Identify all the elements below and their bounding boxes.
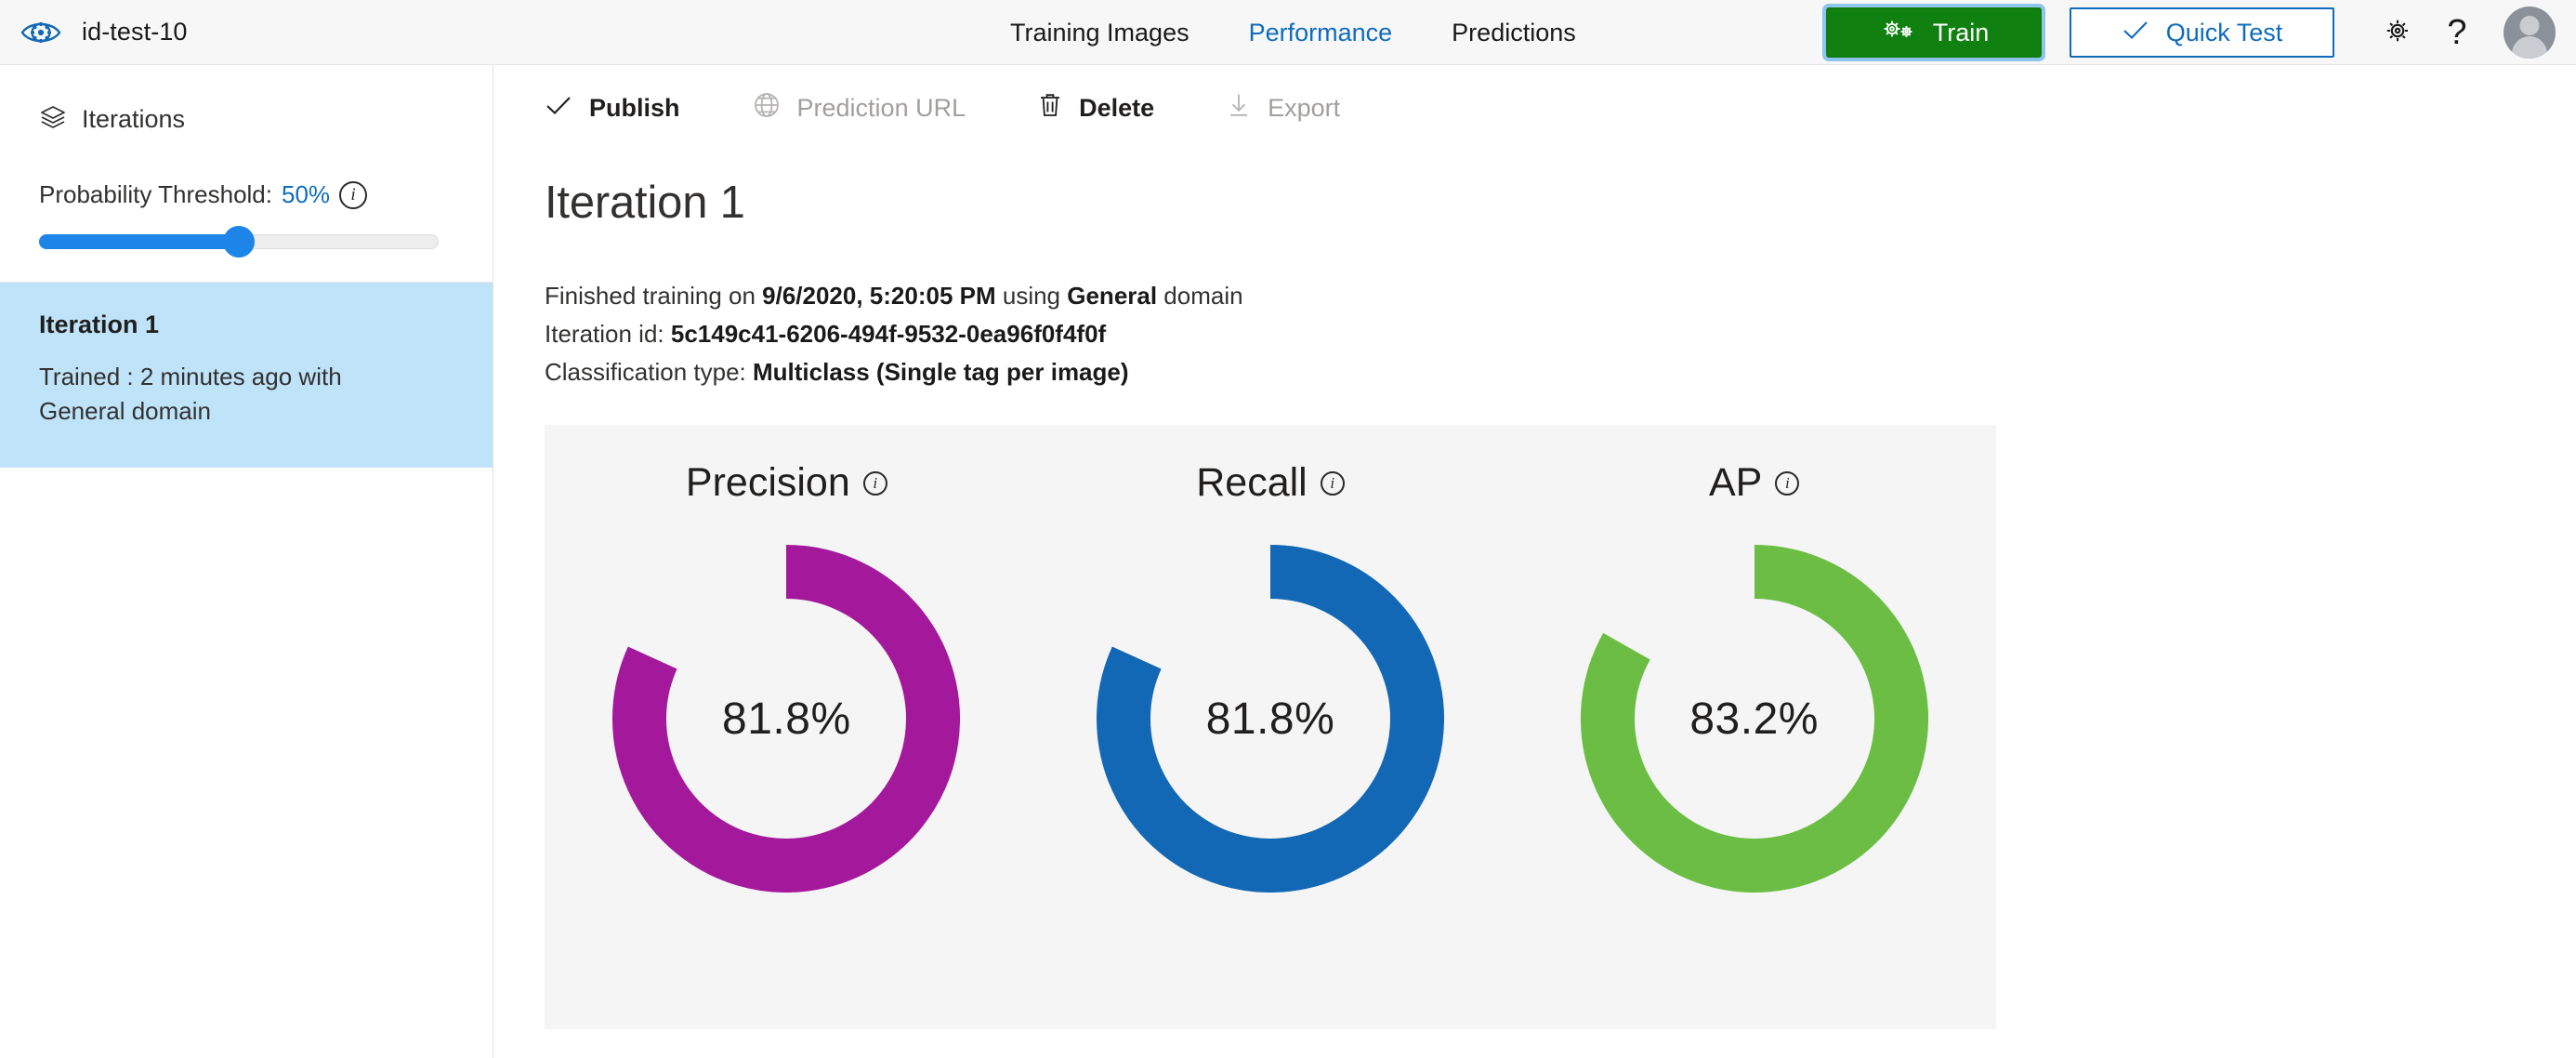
slider-fill: [39, 234, 239, 249]
metadata-finished-date: 9/6/2020, 5:20:05 PM: [762, 282, 996, 310]
sidebar-header: Iterations: [0, 65, 493, 139]
delete-button-label: Delete: [1079, 93, 1155, 122]
project-name: id-test-10: [82, 18, 188, 46]
publish-button-label: Publish: [589, 93, 680, 122]
recall-donut-chart: 81.8%: [1097, 545, 1444, 893]
metric-precision-label: Precision: [685, 460, 850, 506]
settings-button[interactable]: [2368, 3, 2427, 62]
ap-donut-chart: 83.2%: [1580, 545, 1928, 893]
tab-predictions[interactable]: Predictions: [1422, 0, 1606, 65]
train-button-label: Train: [1932, 18, 1990, 46]
globe-icon: [753, 91, 781, 126]
metric-recall: Recall i 81.8%: [1029, 460, 1513, 893]
quick-test-button[interactable]: Quick Test: [2070, 7, 2334, 58]
page-title: Iteration 1: [545, 178, 745, 228]
iteration-list-item-subtitle: Trained : 2 minutes ago with General dom…: [39, 363, 342, 425]
info-icon[interactable]: i: [1775, 470, 1800, 496]
metadata-finished-prefix: Finished training on: [545, 282, 763, 310]
checkmark-icon: [545, 94, 572, 123]
recall-value: 81.8%: [1205, 694, 1335, 744]
metric-precision-title: Precision i: [686, 460, 887, 506]
info-icon[interactable]: i: [339, 180, 368, 209]
train-button[interactable]: Train: [1826, 7, 2042, 58]
precision-donut-chart: 81.8%: [612, 545, 961, 893]
top-bar-actions: Train Quick Test ?: [1826, 0, 2576, 65]
metric-ap-label: AP: [1708, 460, 1763, 506]
export-button: Export: [1227, 91, 1340, 126]
download-icon: [1227, 91, 1251, 126]
metric-recall-label: Recall: [1196, 460, 1308, 506]
sidebar: Iterations Probability Threshold: 50% i …: [0, 65, 493, 1058]
gears-icon: [1879, 17, 1916, 49]
quick-test-button-label: Quick Test: [2165, 18, 2283, 46]
metadata-using-text: using: [995, 282, 1068, 310]
main-nav: Training Images Performance Predictions: [980, 0, 1606, 65]
tab-performance[interactable]: Performance: [1219, 0, 1423, 65]
probability-threshold-label-text: Probability Threshold:: [39, 180, 272, 208]
iteration-metadata: Finished training on 9/6/2020, 5:20:05 P…: [493, 229, 2576, 391]
metadata-classification-value: Multiclass (Single tag per image): [752, 358, 1129, 387]
body: Iterations Probability Threshold: 50% i …: [0, 65, 2576, 1058]
publish-button[interactable]: Publish: [545, 94, 680, 123]
metrics-panel: Precision i 81.8% Recall i 81.8% AP i 83…: [545, 425, 1996, 1030]
tab-training-images[interactable]: Training Images: [980, 0, 1219, 65]
metadata-line-finished-training: Finished training on 9/6/2020, 5:20:05 P…: [545, 277, 2576, 315]
probability-threshold-block: Probability Threshold: 50% i: [0, 139, 493, 283]
avatar[interactable]: [2504, 7, 2556, 59]
trash-icon: [1038, 91, 1062, 126]
metadata-line-iteration-id: Iteration id: 5c149c41-6206-494f-9532-0e…: [545, 315, 2576, 353]
prediction-url-button: Prediction URL: [753, 91, 966, 126]
layers-icon: [39, 103, 67, 136]
metric-recall-title: Recall i: [1196, 460, 1345, 506]
probability-threshold-value: 50%: [282, 180, 331, 208]
ap-value: 83.2%: [1689, 694, 1819, 744]
main-content: Publish Prediction URL Delete Export Ite…: [493, 65, 2576, 1058]
question-mark-icon: ?: [2447, 13, 2467, 52]
metric-precision: Precision i 81.8%: [545, 460, 1029, 893]
probability-threshold-slider[interactable]: [39, 226, 439, 258]
checkmark-icon: [2122, 19, 2149, 47]
delete-button[interactable]: Delete: [1038, 91, 1154, 126]
metadata-line-classification-type: Classification type: Multiclass (Single …: [545, 353, 2576, 391]
prediction-url-button-label: Prediction URL: [796, 93, 966, 122]
metadata-iteration-id-value: 5c149c41-6206-494f-9532-0ea96f0f4f0f: [670, 320, 1107, 349]
metadata-classification-label: Classification type:: [545, 358, 753, 387]
metrics-row: Precision i 81.8% Recall i 81.8% AP i 83…: [545, 425, 1996, 893]
help-button[interactable]: ?: [2427, 3, 2487, 62]
metric-ap: AP i 83.2%: [1512, 460, 1996, 893]
action-toolbar: Publish Prediction URL Delete Export: [493, 65, 2576, 151]
metadata-iteration-id-label: Iteration id:: [545, 320, 671, 349]
metric-ap-title: AP i: [1708, 460, 1800, 506]
precision-value: 81.8%: [722, 694, 851, 744]
export-button-label: Export: [1268, 93, 1341, 122]
brand-area: id-test-10: [0, 12, 335, 53]
metadata-domain-name: General: [1067, 282, 1158, 310]
iteration-list-item-name: Iteration 1: [39, 311, 160, 338]
slider-thumb[interactable]: [223, 226, 255, 258]
info-icon[interactable]: i: [862, 470, 887, 496]
top-bar: id-test-10 Training Images Performance P…: [0, 0, 2576, 65]
eye-gear-logo-icon: [20, 12, 61, 53]
metadata-domain-suffix: domain: [1157, 282, 1243, 310]
info-icon[interactable]: i: [1320, 470, 1345, 496]
gear-icon: [2382, 15, 2413, 51]
sidebar-header-label: Iterations: [82, 104, 186, 133]
sidebar-item-iteration-1[interactable]: Iteration 1 Trained : 2 minutes ago with…: [0, 283, 493, 468]
probability-threshold-label: Probability Threshold: 50% i: [39, 180, 453, 209]
